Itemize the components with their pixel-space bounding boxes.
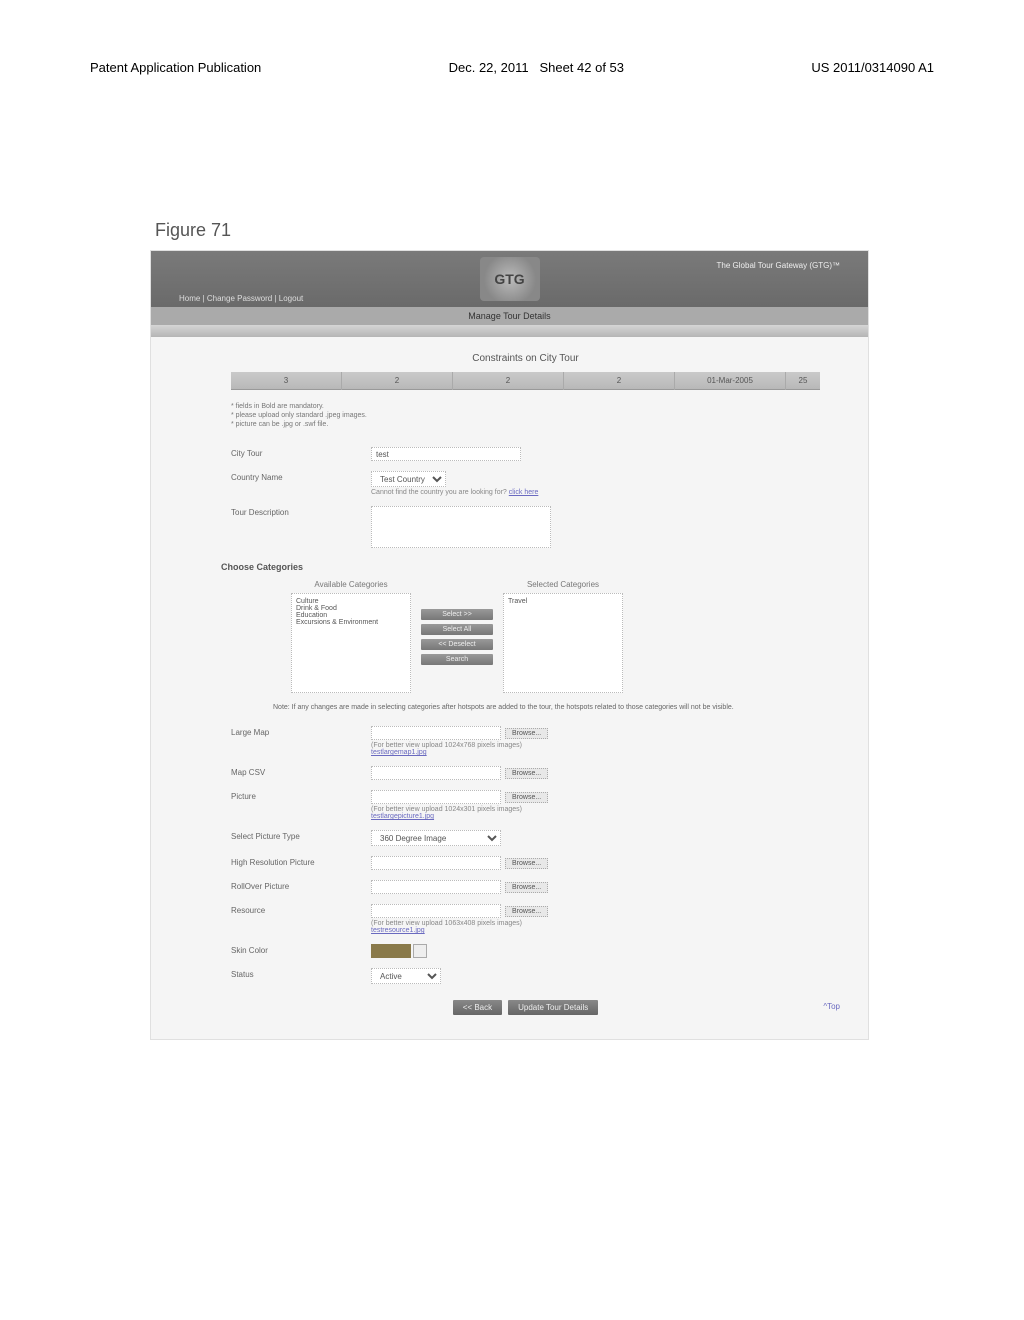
country-select[interactable]: Test Country bbox=[371, 471, 446, 487]
resource-file-input[interactable] bbox=[371, 904, 501, 918]
note-3: * picture can be .jpg or .swf file. bbox=[231, 420, 820, 429]
summary-cell-1: 3 bbox=[231, 372, 342, 390]
large-map-hint: (For better view upload 1024x768 pixels … bbox=[371, 742, 820, 749]
selected-categories-title: Selected Categories bbox=[503, 580, 623, 589]
topbar: Home | Change Password | Logout GTG The … bbox=[151, 251, 868, 307]
status-select[interactable]: Active bbox=[371, 968, 441, 984]
label-large-map: Large Map bbox=[231, 726, 371, 737]
logo: GTG bbox=[480, 257, 540, 301]
picture-browse-button[interactable]: Browse... bbox=[505, 792, 548, 803]
nav-logout[interactable]: Logout bbox=[279, 294, 303, 303]
cat-item[interactable]: Drink & Food bbox=[296, 605, 406, 612]
label-select-picture-type: Select Picture Type bbox=[231, 830, 371, 841]
summary-cell-4: 2 bbox=[564, 372, 675, 390]
resource-browse-button[interactable]: Browse... bbox=[505, 906, 548, 917]
large-map-filename[interactable]: testlargemap1.jpg bbox=[371, 749, 820, 756]
map-csv-file-input[interactable] bbox=[371, 766, 501, 780]
section-choose-categories: Choose Categories bbox=[221, 562, 820, 572]
gradient-band bbox=[151, 325, 868, 337]
nav-change-password[interactable]: Change Password bbox=[207, 294, 272, 303]
cat-item[interactable]: Culture bbox=[296, 598, 406, 605]
note-1: * fields in Bold are mandatory. bbox=[231, 402, 820, 411]
available-categories-list[interactable]: Culture Drink & Food Education Excursion… bbox=[291, 593, 411, 693]
picture-filename[interactable]: testlargepicture1.jpg bbox=[371, 813, 820, 820]
label-city-tour: City Tour bbox=[231, 447, 371, 458]
selected-categories-list[interactable]: Travel bbox=[503, 593, 623, 693]
note-2: * please upload only standard .jpeg imag… bbox=[231, 411, 820, 420]
cat-item[interactable]: Excursions & Environment bbox=[296, 619, 406, 626]
form-notes: * fields in Bold are mandatory. * please… bbox=[231, 402, 820, 429]
high-res-file-input[interactable] bbox=[371, 856, 501, 870]
select-all-button[interactable]: Select All bbox=[421, 624, 493, 635]
resource-filename[interactable]: testresource1.jpg bbox=[371, 927, 820, 934]
summary-bar: 3 2 2 2 01-Mar-2005 25 bbox=[231, 372, 820, 390]
back-button[interactable]: << Back bbox=[453, 1000, 502, 1015]
label-tour-description: Tour Description bbox=[231, 506, 371, 517]
label-status: Status bbox=[231, 968, 371, 979]
rollover-file-input[interactable] bbox=[371, 880, 501, 894]
summary-cell-2: 2 bbox=[342, 372, 453, 390]
picture-hint: (For better view upload 1024x301 pixels … bbox=[371, 806, 820, 813]
available-categories-title: Available Categories bbox=[291, 580, 411, 589]
app-window: Home | Change Password | Logout GTG The … bbox=[150, 250, 869, 1040]
tour-description-textarea[interactable] bbox=[371, 506, 551, 548]
label-rollover-picture: RollOver Picture bbox=[231, 880, 371, 891]
cat-item[interactable]: Education bbox=[296, 612, 406, 619]
pub-no: US 2011/0314090 A1 bbox=[811, 60, 934, 75]
skin-color-picker[interactable] bbox=[413, 944, 427, 958]
summary-cell-3: 2 bbox=[453, 372, 564, 390]
label-skin-color: Skin Color bbox=[231, 944, 371, 955]
nav-home[interactable]: Home bbox=[179, 294, 200, 303]
label-map-csv: Map CSV bbox=[231, 766, 371, 777]
skin-color-swatch bbox=[371, 944, 411, 958]
country-hint: Cannot find the country you are looking … bbox=[371, 489, 507, 496]
pub-date-sheet: Dec. 22, 2011 Sheet 42 of 53 bbox=[449, 60, 624, 75]
search-button[interactable]: Search bbox=[421, 654, 493, 665]
rollover-browse-button[interactable]: Browse... bbox=[505, 882, 548, 893]
cat-item[interactable]: Travel bbox=[508, 598, 618, 605]
nav-links: Home | Change Password | Logout bbox=[179, 294, 303, 303]
figure-label: Figure 71 bbox=[155, 220, 231, 241]
country-hint-link[interactable]: click here bbox=[509, 489, 539, 496]
summary-cell-6: 25 bbox=[786, 372, 820, 390]
label-resource: Resource bbox=[231, 904, 371, 915]
large-map-browse-button[interactable]: Browse... bbox=[505, 728, 548, 739]
resource-hint: (For better view upload 1063x408 pixels … bbox=[371, 920, 820, 927]
label-picture: Picture bbox=[231, 790, 371, 801]
picture-file-input[interactable] bbox=[371, 790, 501, 804]
summary-cell-date: 01-Mar-2005 bbox=[675, 372, 786, 390]
top-link[interactable]: ^Top bbox=[823, 1002, 840, 1011]
section-band: Manage Tour Details bbox=[151, 307, 868, 325]
large-map-file-input[interactable] bbox=[371, 726, 501, 740]
picture-type-select[interactable]: 360 Degree Image bbox=[371, 830, 501, 846]
brand-tagline: The Global Tour Gateway (GTG)™ bbox=[717, 261, 840, 270]
label-country-name: Country Name bbox=[231, 471, 371, 482]
label-high-res-picture: High Resolution Picture bbox=[231, 856, 371, 867]
high-res-browse-button[interactable]: Browse... bbox=[505, 858, 548, 869]
deselect-button[interactable]: << Deselect bbox=[421, 639, 493, 650]
city-tour-input[interactable] bbox=[371, 447, 521, 461]
map-csv-browse-button[interactable]: Browse... bbox=[505, 768, 548, 779]
page-title: Constraints on City Tour bbox=[231, 353, 820, 364]
select-button[interactable]: Select >> bbox=[421, 609, 493, 620]
pub-label: Patent Application Publication bbox=[90, 60, 261, 75]
categories-note: Note: If any changes are made in selecti… bbox=[231, 703, 820, 712]
update-tour-details-button[interactable]: Update Tour Details bbox=[508, 1000, 598, 1015]
